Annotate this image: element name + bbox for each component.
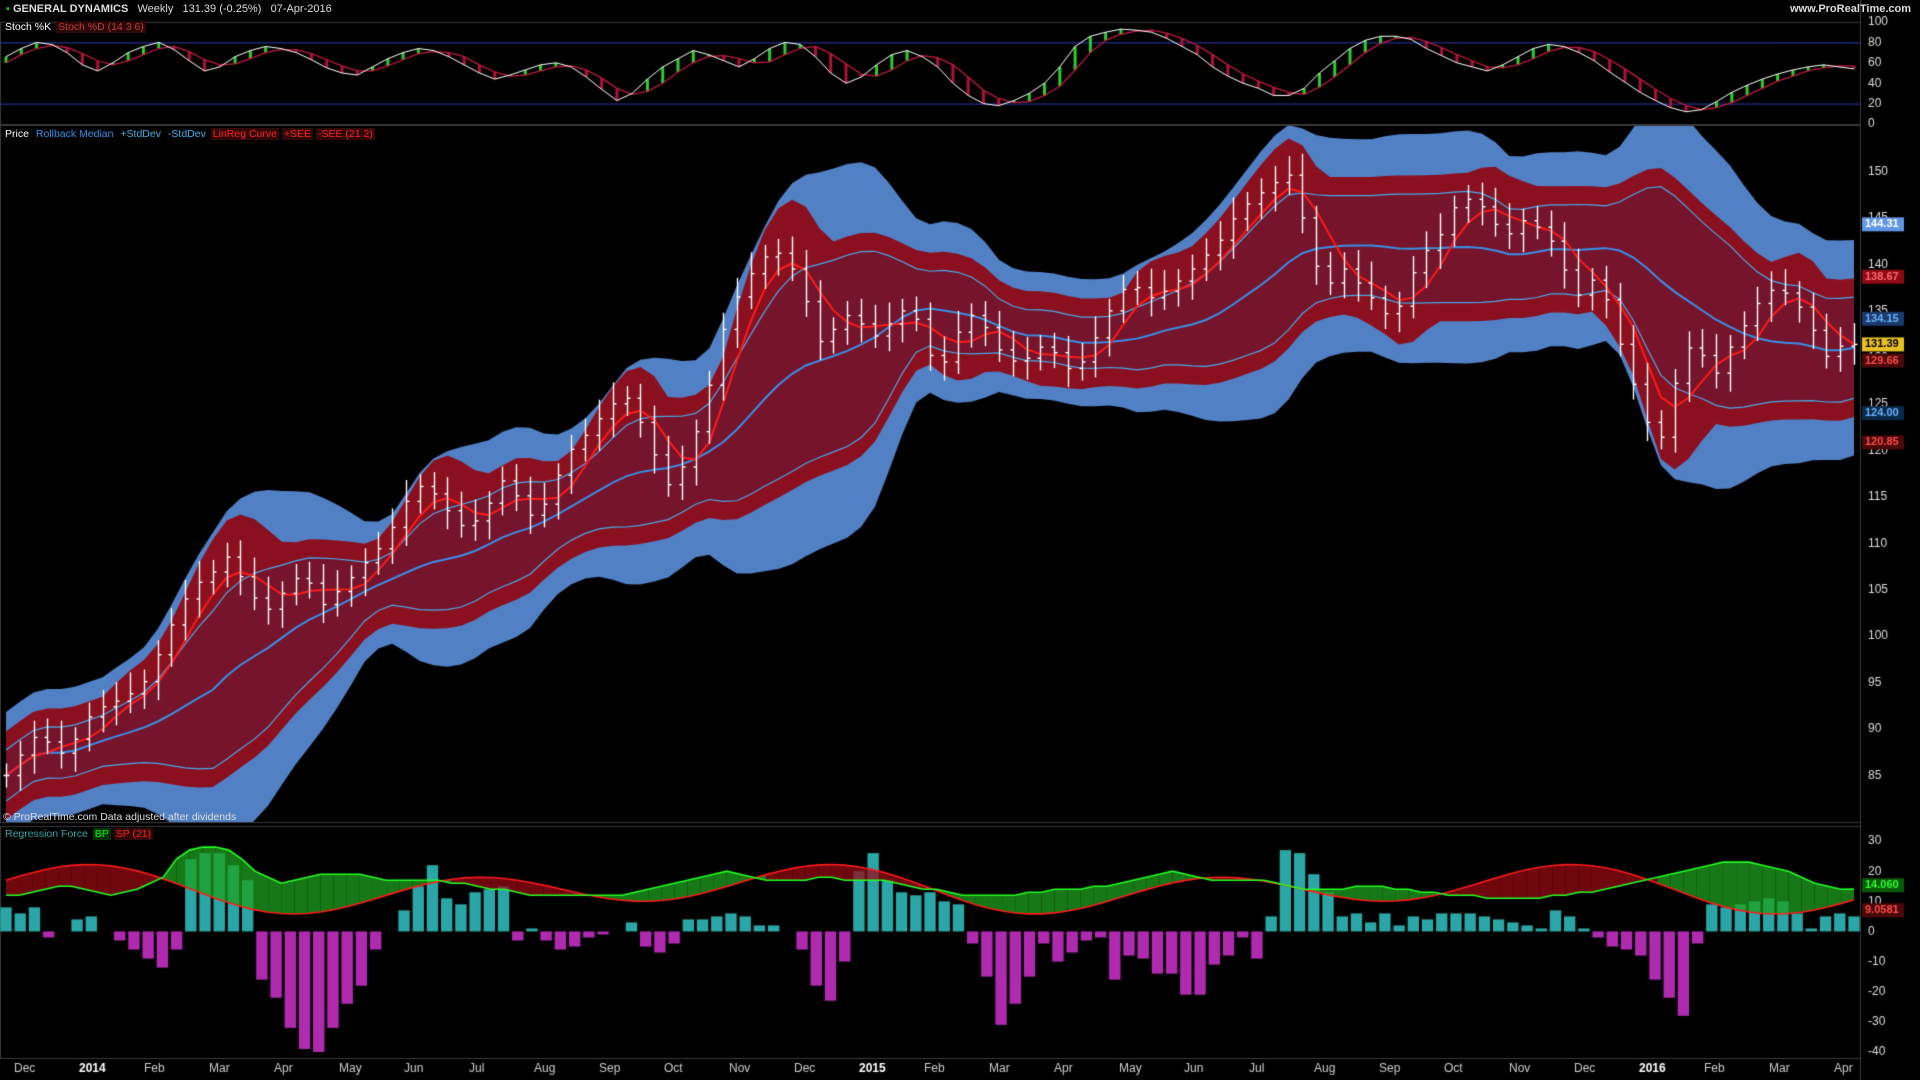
legend-bp: BP [92, 828, 111, 840]
chart-header: ▪ GENERAL DYNAMICS Weekly 131.39 (-0.25%… [6, 3, 332, 15]
legend-regression-force: Regression Force [5, 828, 88, 840]
footer-note: © ProRealTime.com Data adjusted after di… [3, 811, 237, 823]
chart-canvas[interactable] [0, 0, 1920, 1080]
force-legend: Regression Force BP SP (21) [3, 828, 154, 840]
price-legend: Price Rollback Median +StdDev -StdDev Li… [3, 128, 375, 140]
symbol-label: ▪ [6, 3, 10, 15]
legend-sp: SP (21) [113, 828, 154, 840]
legend-linreg: LinReg Curve [210, 128, 279, 140]
legend-price: Price [5, 128, 29, 140]
legend-stoch-k: Stoch %K [5, 21, 52, 33]
legend-plus-stddev: +StdDev [120, 128, 161, 140]
period-label: Weekly [137, 3, 174, 15]
symbol-name: GENERAL DYNAMICS [12, 3, 129, 15]
date-label: 07-Apr-2016 [270, 3, 332, 15]
quote-label: 131.39 (-0.25%) [182, 3, 262, 15]
stoch-legend: Stoch %K Stoch %D (14 3 6) [3, 21, 146, 33]
legend-plus-see: +SEE [281, 128, 314, 140]
legend-minus-see: -SEE (21 2) [315, 128, 375, 140]
site-label: www.ProRealTime.com [1790, 3, 1912, 15]
legend-rollback-median: Rollback Median [35, 128, 114, 140]
legend-minus-stddev: -StdDev [167, 128, 206, 140]
legend-stoch-d: Stoch %D (14 3 6) [56, 21, 146, 33]
